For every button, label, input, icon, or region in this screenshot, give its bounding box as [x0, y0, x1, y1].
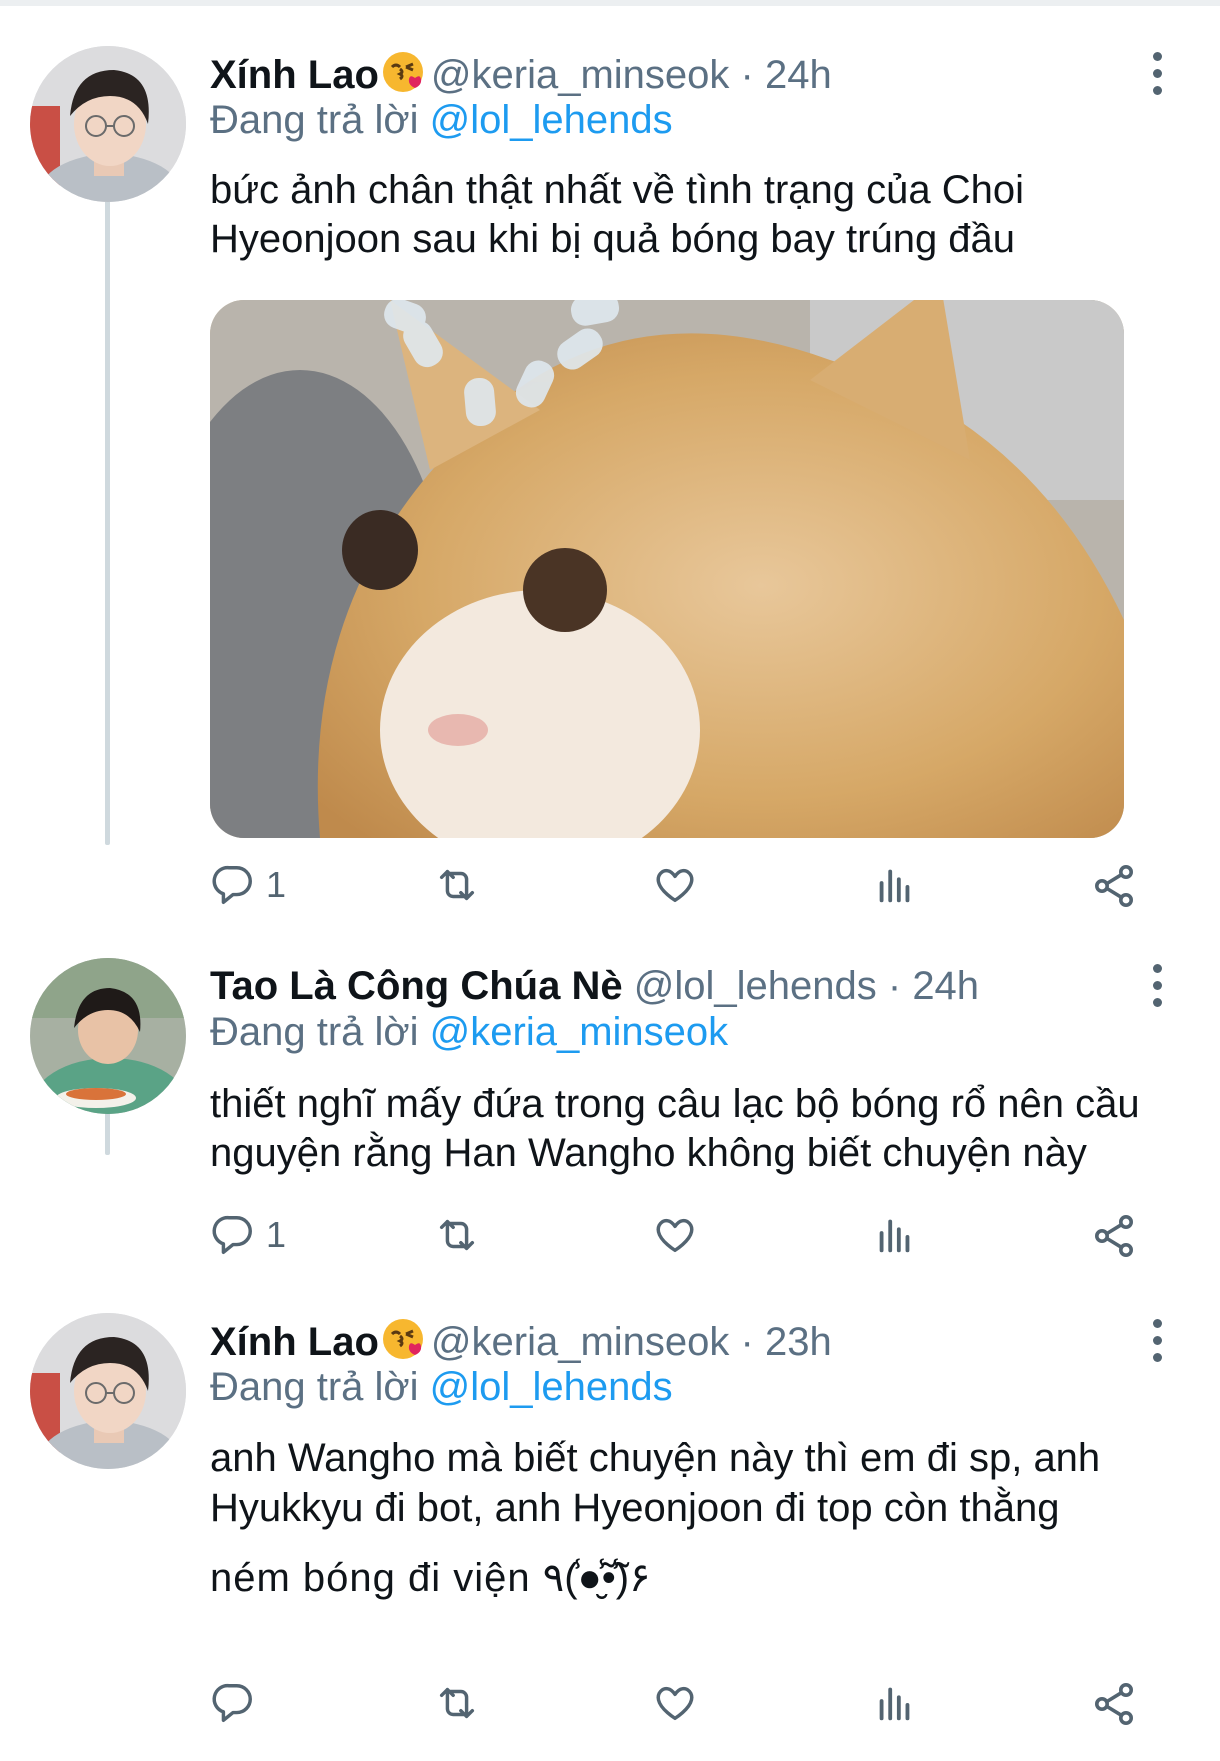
share-button[interactable]	[1090, 1680, 1138, 1728]
user-handle[interactable]: @keria_minseok	[431, 53, 730, 97]
reply-prefix: Đang trả lời	[210, 1365, 419, 1409]
thread-connector	[105, 190, 110, 845]
retweet-icon	[439, 869, 475, 901]
analytics-button[interactable]	[872, 862, 918, 908]
timestamp[interactable]: 24h	[912, 964, 979, 1008]
separator-dot: ·	[740, 1320, 754, 1364]
like-icon	[656, 1218, 694, 1253]
reply-prefix: Đang trả lời	[210, 1010, 419, 1054]
reply-context: Đang trả lời @lol_lehends	[210, 1363, 673, 1411]
reply-prefix: Đang trả lời	[210, 98, 419, 142]
like-icon	[656, 1686, 694, 1721]
tweet-text: thiết nghĩ mấy đứa trong câu lạc bộ bóng…	[210, 1080, 1180, 1178]
reply-button[interactable]: 1	[210, 862, 286, 908]
tweet-text: anh Wangho mà biết chuyện này thì em đi …	[210, 1433, 1180, 1603]
share-button[interactable]	[1090, 862, 1138, 910]
retweet-icon	[439, 1687, 475, 1719]
user-handle[interactable]: @lol_lehends	[634, 964, 877, 1008]
share-icon	[1095, 1215, 1133, 1257]
analytics-button[interactable]	[872, 1680, 918, 1726]
reply-count: 1	[266, 1214, 287, 1255]
tweet-text-line: Hyeonjoon sau khi bị quả bóng bay trúng …	[210, 217, 1016, 261]
like-icon	[656, 868, 694, 903]
more-icon[interactable]	[1153, 964, 1165, 1008]
like-button[interactable]	[652, 1212, 698, 1258]
reply-button[interactable]: 1	[210, 1212, 286, 1258]
tweet-text-line: ném bóng đi viện ٩(̾●̮̮̃̾•̃̾)۶	[210, 1556, 651, 1600]
tweet-actions	[210, 1680, 1150, 1736]
share-icon	[1095, 865, 1133, 907]
avatar[interactable]	[30, 1313, 186, 1469]
user-handle[interactable]: @keria_minseok	[431, 1320, 730, 1364]
display-name[interactable]: Tao Là Công Chúa Nè	[210, 964, 623, 1008]
tweet-header: Tao Là Công Chúa Nè @lol_lehends · 24h	[210, 962, 979, 1010]
display-name[interactable]: Xính Lao	[210, 1320, 379, 1364]
reply-icon	[212, 866, 252, 904]
mention-link[interactable]: @lol_lehends	[430, 1365, 673, 1409]
tweet-text-line: Hyukkyu đi bot, anh Hyeonjoon đi top còn…	[210, 1486, 1060, 1530]
reply-icon	[212, 1684, 252, 1722]
like-button[interactable]	[652, 1680, 698, 1726]
tweet-text-line: anh Wangho mà biết chuyện này thì em đi …	[210, 1436, 1101, 1480]
share-icon	[1095, 1683, 1133, 1725]
mention-link[interactable]: @keria_minseok	[430, 1010, 729, 1054]
top-divider	[0, 0, 1220, 6]
share-button[interactable]	[1090, 1212, 1138, 1260]
avatar[interactable]	[30, 958, 186, 1114]
mention-link[interactable]: @lol_lehends	[430, 98, 673, 142]
analytics-icon	[879, 1687, 910, 1721]
analytics-icon	[879, 869, 910, 903]
reply-icon	[212, 1216, 252, 1254]
tweet-text-line: bức ảnh chân thật nhất về tình trạng của…	[210, 168, 1024, 212]
retweet-button[interactable]	[432, 1680, 482, 1726]
retweet-button[interactable]	[432, 862, 482, 908]
separator-dot: ·	[740, 53, 754, 97]
retweet-button[interactable]	[432, 1212, 482, 1258]
timestamp[interactable]: 24h	[765, 53, 832, 97]
reply-context: Đang trả lời @keria_minseok	[210, 1008, 728, 1056]
reply-button[interactable]	[210, 1680, 266, 1726]
analytics-icon	[879, 1219, 910, 1253]
separator-dot: ·	[887, 964, 902, 1008]
like-button[interactable]	[652, 862, 698, 908]
tweet-actions: 1	[210, 1212, 1150, 1268]
avatar[interactable]	[30, 46, 186, 202]
more-icon[interactable]	[1153, 52, 1165, 96]
timestamp[interactable]: 23h	[765, 1320, 832, 1364]
more-icon[interactable]	[1153, 1319, 1165, 1363]
tweet-text: bức ảnh chân thật nhất về tình trạng của…	[210, 166, 1180, 264]
tweet-text-line: thiết nghĩ mấy đứa trong câu lạc bộ bóng…	[210, 1082, 1140, 1126]
tweet-text-line: nguyện rằng Han Wangho không biết chuyện…	[210, 1131, 1087, 1175]
tweet-image[interactable]	[210, 300, 1124, 838]
tweet-actions: 1	[210, 862, 1150, 918]
reply-count: 1	[266, 864, 287, 905]
display-name[interactable]: Xính Lao	[210, 53, 379, 97]
analytics-button[interactable]	[872, 1212, 918, 1258]
retweet-icon	[439, 1219, 475, 1251]
reply-context: Đang trả lời @lol_lehends	[210, 96, 673, 144]
